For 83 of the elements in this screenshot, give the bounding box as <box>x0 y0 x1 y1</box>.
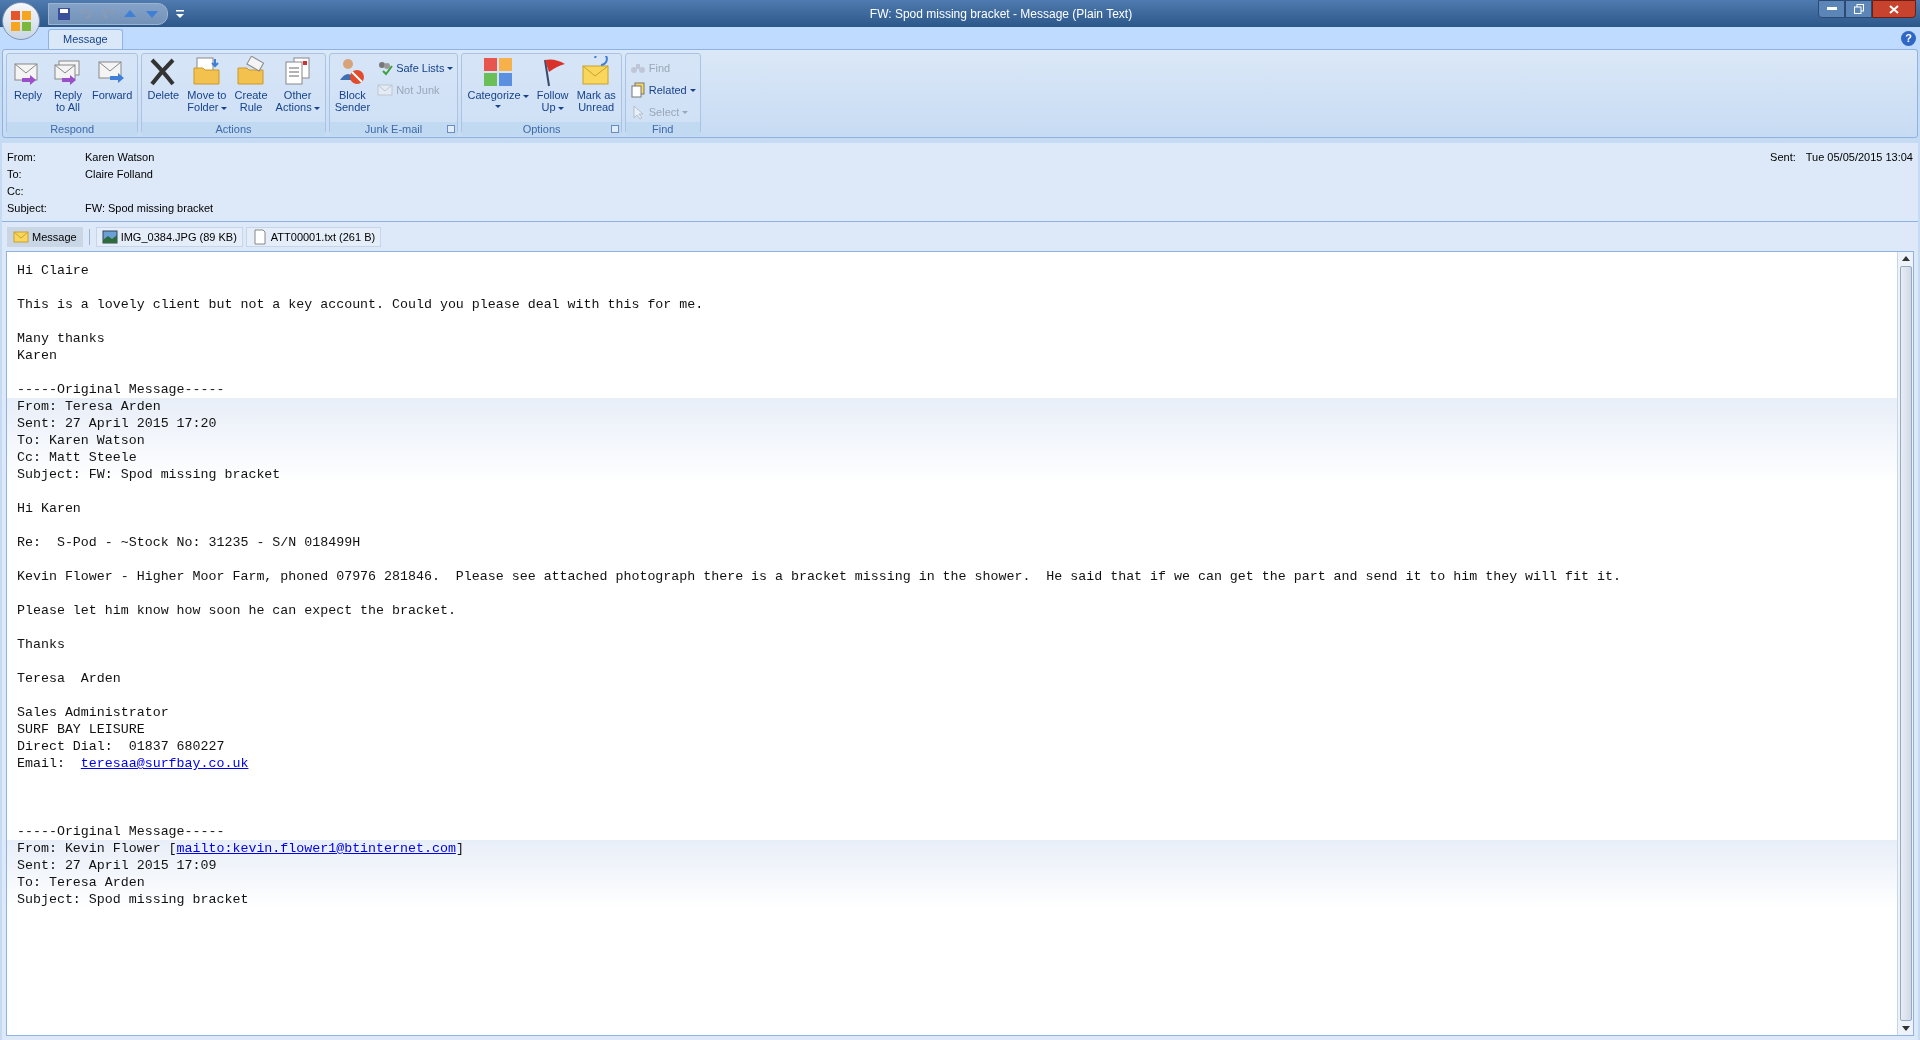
ribbon-button[interactable]: Other Actions <box>272 56 323 122</box>
text-line: To: Karen Watson <box>17 432 146 449</box>
attachment-tab[interactable]: IMG_0384.JPG (89 KB) <box>95 227 243 247</box>
ribbon-button[interactable]: Related <box>627 80 698 100</box>
ribbon-button[interactable]: Follow Up <box>533 56 572 122</box>
attachment-tab[interactable]: Message <box>7 227 83 247</box>
group-label: Actions <box>215 121 252 137</box>
envelope-icon <box>377 82 394 98</box>
field-label: Cc: <box>7 184 25 200</box>
customize-toolbar-icon[interactable] <box>176 8 184 19</box>
picture-icon <box>101 229 118 245</box>
text-line: Re: S-Pod - ~Stock No: 31235 - S/N 018499H <box>17 534 362 551</box>
field-value: FW: Spod missing bracket <box>85 201 214 217</box>
text-line: Kevin Flower - Higher Moor Farm, phoned 07976 281846. Please see attached photograph there is a bracket missing in the shower. He said that if we can get the part and send it to him they will fit it. <box>17 568 1622 585</box>
documents-icon <box>629 82 646 98</box>
text-line: Teresa Arden <box>17 670 122 687</box>
envelope-icon <box>13 229 29 245</box>
ribbon-button[interactable]: Move to Folder <box>184 56 230 122</box>
email-link[interactable]: mailto:kevin.flower1@btinternet.com <box>176 840 456 857</box>
office-logo-icon <box>10 10 32 32</box>
text-line: Cc: Matt Steele <box>17 449 138 466</box>
ribbon-button[interactable]: Reply <box>9 56 47 122</box>
text-line: Sent: 27 April 2015 17:09 <box>17 857 218 874</box>
document-icon <box>251 229 268 245</box>
text-line: -----Original Message----- <box>17 381 226 398</box>
ribbon-button[interactable]: Delete <box>144 56 183 122</box>
ribbon-button[interactable]: Reply to All <box>49 56 87 122</box>
ribbon-tab[interactable]: Message <box>48 29 123 49</box>
text-line: To: Teresa Arden <box>17 874 146 891</box>
restore-icon <box>1853 4 1864 14</box>
minimize-icon <box>1826 7 1837 11</box>
scrollbar[interactable] <box>1897 252 1913 1035</box>
close-icon <box>1889 4 1899 14</box>
email-link[interactable]: teresaa@surfbay.co.uk <box>80 755 249 772</box>
text-line: Karen <box>17 347 58 364</box>
text-line: Sales Administrator <box>17 704 170 721</box>
text-line: Hi Karen <box>17 500 82 517</box>
group-label: Find <box>652 121 674 137</box>
ribbon-button[interactable]: Create Rule <box>231 56 271 122</box>
text-line: Subject: Spod missing bracket <box>17 891 250 908</box>
group-label: Respond <box>50 121 95 137</box>
ribbon-button[interactable]: Block Sender <box>331 56 374 122</box>
restore-button[interactable] <box>1845 0 1872 18</box>
office-button[interactable] <box>2 2 40 40</box>
color-squares-icon <box>482 56 515 88</box>
body-text: ] <box>455 840 464 857</box>
window-title: FW: Spod missing bracket - Message (Plain Text) <box>869 5 1133 23</box>
ribbon-button[interactable]: Safe Lists <box>375 58 456 78</box>
text-line: From: Teresa Arden <box>17 398 162 415</box>
folder-icon <box>190 56 223 88</box>
text-line: Direct Dial: 01837 680227 <box>17 738 226 755</box>
text-line: Sent: 27 April 2015 17:20 <box>17 415 218 432</box>
dialog-launcher[interactable] <box>447 125 456 133</box>
text-line: -----Original Message----- <box>17 823 226 840</box>
field-label: To: <box>7 167 23 183</box>
text-line: Subject: FW: Spod missing bracket <box>17 466 282 483</box>
text-line: Hi Claire <box>17 262 90 279</box>
field-label: Subject: <box>7 201 48 217</box>
group-label: Options <box>522 121 561 137</box>
save-icon[interactable] <box>57 6 71 21</box>
attachment-tab[interactable]: ATT00001.txt (261 B) <box>245 227 382 247</box>
field-label: From: <box>7 150 37 166</box>
sent-label: Sent: <box>1770 150 1796 165</box>
close-button[interactable] <box>1872 0 1916 18</box>
body-text: From: Kevin Flower [ <box>17 840 177 857</box>
people-check-icon <box>377 60 394 76</box>
text-line: Please let him know how soon he can expect the bracket. <box>17 602 457 619</box>
group-label: Junk E-mail <box>364 121 423 137</box>
minimize-button[interactable] <box>1818 0 1845 18</box>
ribbon-button[interactable]: Mark as Unread <box>573 56 619 122</box>
ribbon-button[interactable]: Categorize <box>464 56 532 122</box>
text-line: Many thanks <box>17 330 106 347</box>
field-value: Karen Watson <box>85 150 155 166</box>
dialog-launcher[interactable] <box>610 125 619 133</box>
scroll-thumb[interactable] <box>1899 266 1912 1021</box>
body-text: Email: <box>17 755 66 772</box>
text-line: SURF BAY LEISURE <box>17 721 146 738</box>
field-value: Claire Folland <box>85 167 153 183</box>
ribbon-button[interactable]: Forward <box>89 56 136 122</box>
text-line: Thanks <box>17 636 66 653</box>
text-line: This is a lovely client but not a key account. Could you please deal with this for me. <box>17 296 705 313</box>
sent-value: Tue 05/05/2015 13:04 <box>1805 150 1913 165</box>
help-button[interactable]: ? <box>1901 31 1916 46</box>
